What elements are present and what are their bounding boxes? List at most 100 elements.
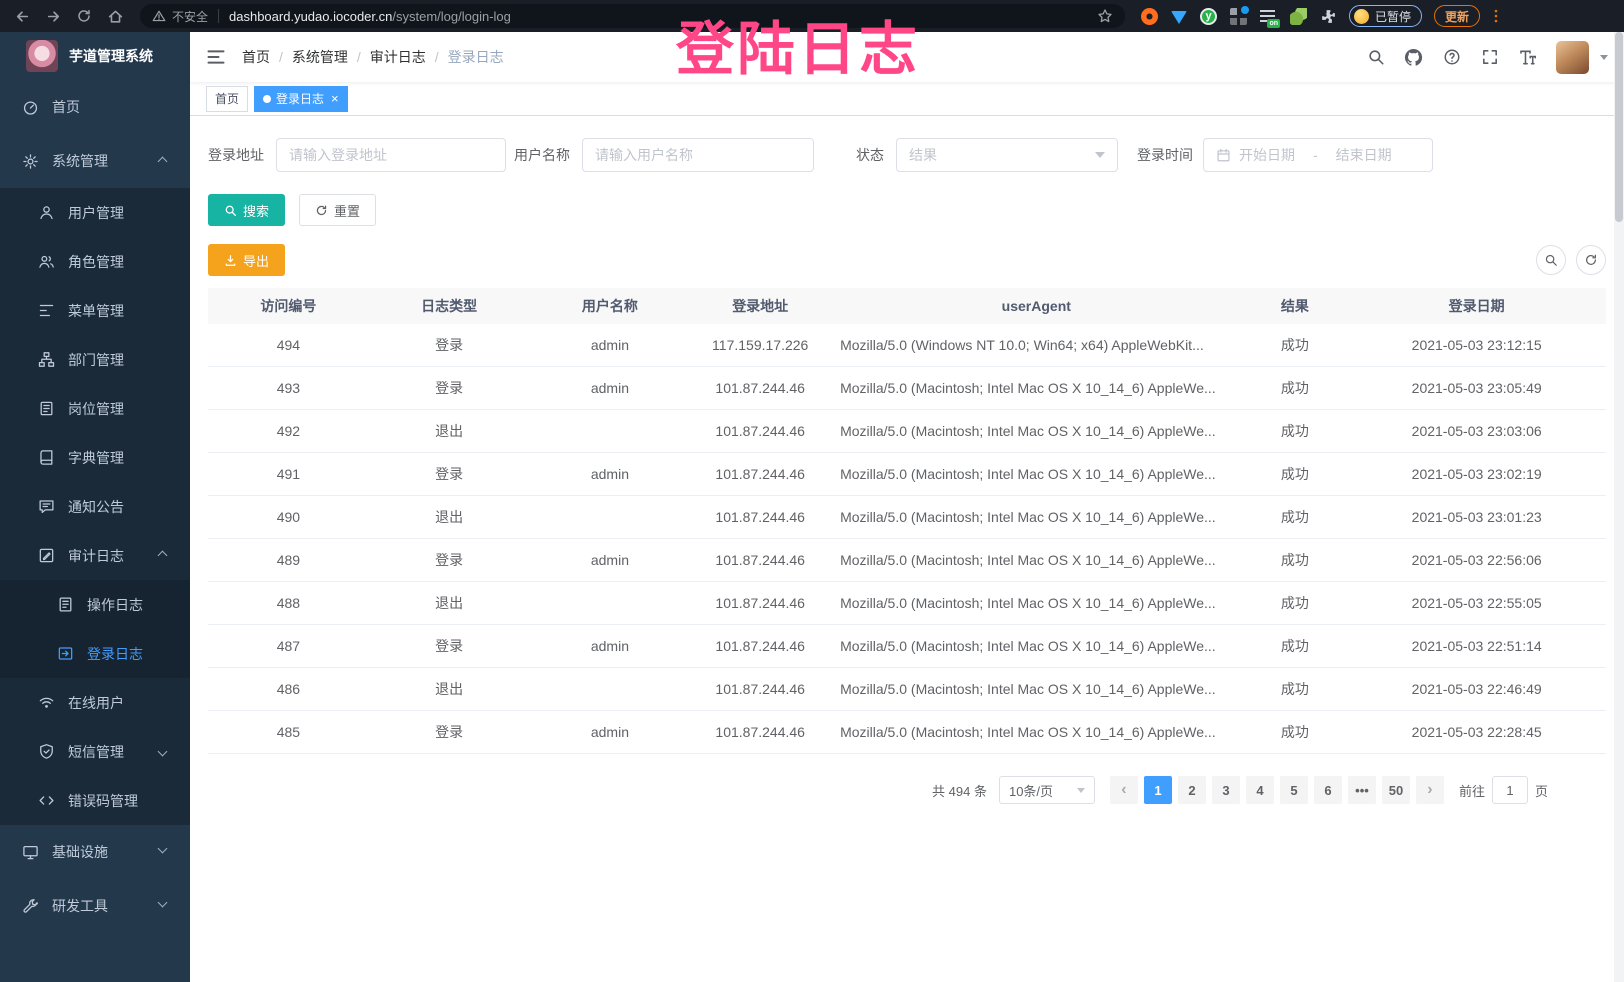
page-button-5[interactable]: 5 [1280, 776, 1308, 804]
github-icon[interactable] [1404, 48, 1423, 67]
sidebar-item-role-management[interactable]: 角色管理 [0, 237, 190, 286]
sidebar-item-dict-management[interactable]: 字典管理 [0, 433, 190, 482]
app-logo[interactable]: 芋道管理系统 [0, 32, 190, 80]
table-cell: 101.87.244.46 [690, 681, 830, 697]
table-row[interactable]: 493登录admin101.87.244.46Mozilla/5.0 (Maci… [208, 367, 1606, 410]
search-button[interactable]: 搜索 [208, 194, 285, 226]
page-button-2[interactable]: 2 [1178, 776, 1206, 804]
sidebar-item-operation-log[interactable]: 操作日志 [0, 580, 190, 629]
sidebar-item-login-log[interactable]: 登录日志 [0, 629, 190, 678]
table-cell: 2021-05-03 23:12:15 [1347, 337, 1606, 353]
prev-page-button[interactable]: ‹ [1110, 776, 1138, 804]
table-toolbar: 导出 [208, 244, 1606, 276]
goto-page-input[interactable]: 1 [1492, 776, 1528, 804]
sidebar-item-notice[interactable]: 通知公告 [0, 482, 190, 531]
paused-label: 已暂停 [1375, 8, 1411, 25]
scrollbar-thumb[interactable] [1615, 32, 1623, 222]
sidebar-item-system-management[interactable]: 系统管理 [0, 134, 190, 188]
more-pages-button[interactable]: ••• [1348, 776, 1376, 804]
table-cell: 2021-05-03 22:51:14 [1347, 638, 1606, 654]
chevron-down-icon [1095, 152, 1105, 158]
status-select[interactable]: 结果 [896, 138, 1118, 172]
refresh-table-button[interactable] [1576, 245, 1606, 275]
profile-paused-badge[interactable]: 已暂停 [1349, 5, 1422, 27]
table-row[interactable]: 488退出101.87.244.46Mozilla/5.0 (Macintosh… [208, 582, 1606, 625]
sidebar-item-home[interactable]: 首页 [0, 80, 190, 134]
table-row[interactable]: 491登录admin101.87.244.46Mozilla/5.0 (Maci… [208, 453, 1606, 496]
page-button-50[interactable]: 50 [1382, 776, 1410, 804]
table-row[interactable]: 485登录admin101.87.244.46Mozilla/5.0 (Maci… [208, 711, 1606, 754]
page-button-1[interactable]: 1 [1144, 776, 1172, 804]
close-icon[interactable]: × [331, 92, 339, 105]
user-avatar[interactable] [1556, 41, 1589, 74]
export-button[interactable]: 导出 [208, 244, 285, 276]
breadcrumb-item[interactable]: 审计日志 [370, 47, 426, 67]
extension-tabs-icon[interactable]: on [1260, 8, 1277, 25]
username-placeholder: 请输入用户名称 [595, 145, 693, 165]
login-time-range-picker[interactable]: 开始日期 - 结束日期 [1203, 138, 1433, 172]
extension-leaf-icon[interactable] [1290, 8, 1307, 25]
font-size-icon[interactable] [1518, 48, 1537, 67]
sidebar-item-label: 菜单管理 [68, 301, 124, 321]
page-button-6[interactable]: 6 [1314, 776, 1342, 804]
extension-gem-icon[interactable] [1171, 11, 1187, 24]
sidebar-item-post-management[interactable]: 岗位管理 [0, 384, 190, 433]
extension-grid-icon[interactable] [1230, 8, 1247, 25]
extensions-puzzle-icon[interactable] [1320, 8, 1337, 25]
table-cell: 494 [208, 337, 369, 353]
table-cell: 486 [208, 681, 369, 697]
extension-green-icon[interactable]: y [1200, 8, 1217, 25]
sidebar-item-audit-log[interactable]: 审计日志 [0, 531, 190, 580]
sidebar-item-dev-tools[interactable]: 研发工具 [0, 879, 190, 933]
user-icon [38, 204, 55, 221]
table-row[interactable]: 487登录admin101.87.244.46Mozilla/5.0 (Maci… [208, 625, 1606, 668]
tag-active[interactable]: 登录日志× [254, 86, 348, 112]
bookmark-star-icon[interactable] [1097, 8, 1113, 24]
sidebar-item-dept-management[interactable]: 部门管理 [0, 335, 190, 384]
help-icon[interactable] [1442, 48, 1461, 67]
table-cell: admin [530, 337, 691, 353]
sidebar-item-menu-management[interactable]: 菜单管理 [0, 286, 190, 335]
sidebar-item-infrastructure[interactable]: 基础设施 [0, 825, 190, 879]
page-content: 登录地址 请输入登录地址 用户名称 请输入用户名称 状态 结果 [190, 116, 1624, 804]
sidebar-item-error-code-management[interactable]: 错误码管理 [0, 776, 190, 825]
browser-back-icon[interactable] [12, 6, 32, 26]
table-row[interactable]: 489登录admin101.87.244.46Mozilla/5.0 (Maci… [208, 539, 1606, 582]
extension-orange-icon[interactable] [1141, 8, 1158, 25]
sidebar-toggle-icon[interactable] [206, 47, 226, 67]
browser-forward-icon[interactable] [43, 6, 63, 26]
table-cell: Mozilla/5.0 (Macintosh; Intel Mac OS X 1… [830, 423, 1242, 439]
table-cell: 成功 [1243, 636, 1348, 656]
sidebar-item-user-management[interactable]: 用户管理 [0, 188, 190, 237]
login-address-input[interactable]: 请输入登录地址 [276, 138, 506, 172]
fullscreen-icon[interactable] [1480, 48, 1499, 67]
avatar-caret-down-icon[interactable] [1600, 55, 1608, 60]
table-cell: 2021-05-03 22:46:49 [1347, 681, 1606, 697]
browser-reload-icon[interactable] [74, 6, 94, 26]
browser-home-icon[interactable] [105, 6, 125, 26]
sidebar-item-online-users[interactable]: 在线用户 [0, 678, 190, 727]
page-button-4[interactable]: 4 [1246, 776, 1274, 804]
header-search-icon[interactable] [1366, 48, 1385, 67]
table-row[interactable]: 492退出101.87.244.46Mozilla/5.0 (Macintosh… [208, 410, 1606, 453]
breadcrumb-item[interactable]: 系统管理 [292, 47, 348, 67]
sidebar-item-sms-management[interactable]: 短信管理 [0, 727, 190, 776]
tag-item[interactable]: 首页 [206, 86, 248, 112]
username-input[interactable]: 请输入用户名称 [582, 138, 814, 172]
table-row[interactable]: 486退出101.87.244.46Mozilla/5.0 (Macintosh… [208, 668, 1606, 711]
browser-update-button[interactable]: 更新 [1434, 5, 1480, 27]
login-time-label: 登录时间 [1137, 145, 1193, 165]
address-bar[interactable]: 不安全 dashboard.yudao.iocoder.cn/system/lo… [140, 4, 1125, 28]
breadcrumb-item[interactable]: 首页 [242, 47, 270, 67]
reset-button[interactable]: 重置 [299, 194, 376, 226]
breadcrumb: 首页/系统管理/审计日志/登录日志 [242, 47, 504, 67]
page-size-select[interactable]: 10条/页 [999, 776, 1095, 804]
page-button-3[interactable]: 3 [1212, 776, 1240, 804]
scrollbar[interactable] [1614, 32, 1624, 982]
toggle-search-button[interactable] [1536, 245, 1566, 275]
browser-menu-kebab-icon[interactable] [1488, 8, 1504, 24]
table-row[interactable]: 490退出101.87.244.46Mozilla/5.0 (Macintosh… [208, 496, 1606, 539]
end-date-placeholder: 结束日期 [1336, 145, 1392, 165]
next-page-button[interactable]: › [1416, 776, 1444, 804]
table-row[interactable]: 494登录admin117.159.17.226Mozilla/5.0 (Win… [208, 324, 1606, 367]
